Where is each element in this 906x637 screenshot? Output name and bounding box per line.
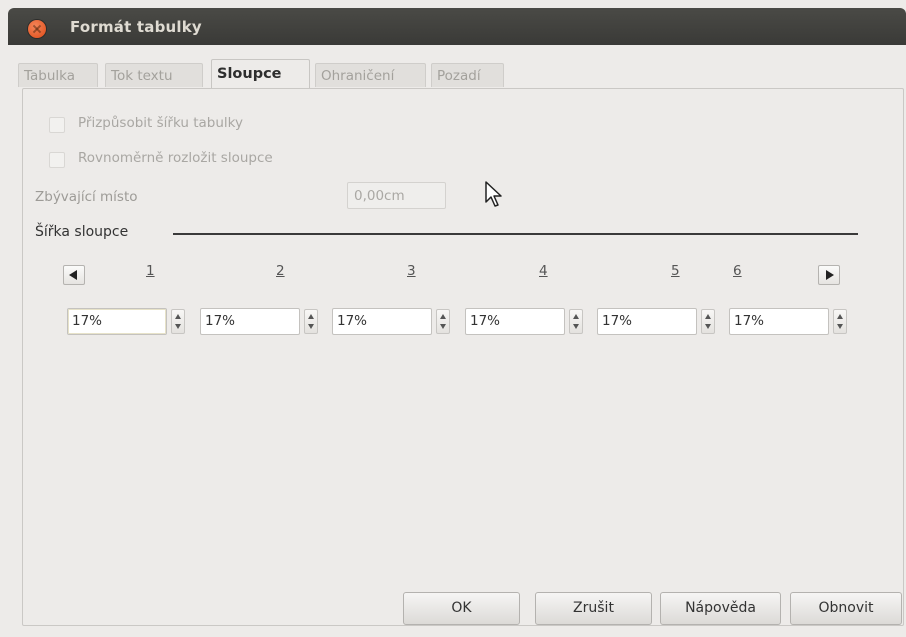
column-number: 6 xyxy=(733,263,742,279)
column-width-heading: Šířka sloupce xyxy=(35,224,129,240)
spin-buttons-icon[interactable] xyxy=(436,309,450,334)
column-width-input[interactable]: 17% xyxy=(332,308,432,335)
column-number: 2 xyxy=(276,263,285,279)
arrow-left-icon xyxy=(69,270,77,280)
window-title: Formát tabulky xyxy=(70,18,202,36)
column-width-input[interactable]: 17% xyxy=(200,308,300,335)
tab-borders[interactable]: Ohraničení xyxy=(315,63,426,87)
spin-buttons-icon[interactable] xyxy=(569,309,583,334)
help-button[interactable]: Nápověda xyxy=(660,592,781,625)
tab-background[interactable]: Pozadí xyxy=(431,63,504,87)
tab-columns[interactable]: Sloupce xyxy=(211,59,310,88)
column-width-input[interactable]: 17% xyxy=(729,308,829,335)
column-width-input[interactable]: 17% xyxy=(67,308,167,335)
fit-width-label: Přizpůsobit šířku tabulky xyxy=(78,115,243,131)
ok-button[interactable]: OK xyxy=(403,592,520,625)
column-number: 4 xyxy=(539,263,548,279)
distribute-label: Rovnoměrně rozložit sloupce xyxy=(78,150,273,166)
mouse-pointer-icon xyxy=(485,181,502,207)
scroll-left-button[interactable] xyxy=(63,265,85,285)
column-number: 5 xyxy=(671,263,680,279)
cancel-button[interactable]: Zrušit xyxy=(535,592,652,625)
spin-buttons-icon[interactable] xyxy=(304,309,318,334)
spin-buttons-icon[interactable] xyxy=(833,309,847,334)
columns-panel xyxy=(22,88,904,626)
scroll-right-button[interactable] xyxy=(818,265,840,285)
spin-buttons-icon[interactable] xyxy=(171,309,185,334)
spin-buttons-icon[interactable] xyxy=(701,309,715,334)
remaining-space-label: Zbývající místo xyxy=(35,189,138,205)
column-number: 1 xyxy=(146,263,155,279)
close-icon[interactable] xyxy=(28,20,46,38)
reset-button[interactable]: Obnovit xyxy=(790,592,902,625)
column-width-input[interactable]: 17% xyxy=(597,308,697,335)
tab-table[interactable]: Tabulka xyxy=(18,63,98,87)
title-bar: Formát tabulky xyxy=(8,8,906,45)
dialog-body: Tabulka Tok textu Sloupce Ohraničení Poz… xyxy=(8,45,906,637)
tab-text-flow[interactable]: Tok textu xyxy=(105,63,203,87)
distribute-checkbox[interactable] xyxy=(49,152,65,168)
section-divider xyxy=(173,233,858,235)
column-width-input[interactable]: 17% xyxy=(465,308,565,335)
arrow-right-icon xyxy=(826,270,834,280)
column-number: 3 xyxy=(407,263,416,279)
fit-width-checkbox[interactable] xyxy=(49,117,65,133)
remaining-space-field: 0,00cm xyxy=(347,182,446,209)
